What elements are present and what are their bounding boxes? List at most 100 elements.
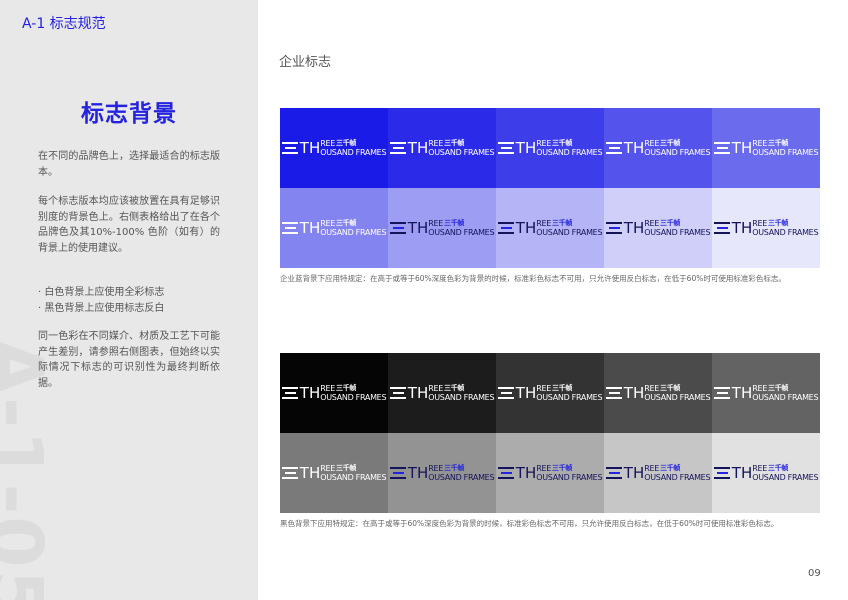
color-swatch-cell: TH REE 三千帧 OUSAND FRAMES [280,353,388,433]
logo-word-bottom: OUSAND FRAMES [428,148,495,157]
logo-word-bottom: OUSAND FRAMES [428,228,495,237]
brand-logo: TH REE 三千帧 OUSAND FRAMES [713,138,819,157]
logo-mark-icon [389,387,406,399]
logo-word-top: REE [644,219,660,228]
logo-word-top: REE [752,384,768,393]
logo-word-bottom: OUSAND FRAMES [320,393,387,402]
logo-word-top: REE [644,384,660,393]
color-swatch-cell: TH REE 三千帧 OUSAND FRAMES [496,433,604,513]
color-swatch-cell: TH REE 三千帧 OUSAND FRAMES [604,353,712,433]
color-swatch-cell: TH REE 三千帧 OUSAND FRAMES [604,108,712,188]
logo-chinese-name: 三千帧 [660,139,681,147]
logo-word-bottom: OUSAND FRAMES [428,473,495,482]
logo-word-bottom: OUSAND FRAMES [752,473,819,482]
logo-initials: TH [515,218,537,237]
logo-initials: TH [623,383,645,402]
brand-logo: TH REE 三千帧 OUSAND FRAMES [605,218,711,237]
logo-word-top: REE [428,464,444,473]
logo-chinese-name: 三千帧 [444,464,465,472]
logo-word-top: REE [644,464,660,473]
logo-initials: TH [623,138,645,157]
logo-mark-icon [713,222,730,234]
logo-initials: TH [731,138,753,157]
logo-initials: TH [299,463,321,482]
logo-mark-icon [713,387,730,399]
logo-chinese-name: 三千帧 [552,384,573,392]
logo-mark-icon [497,222,514,234]
logo-chinese-name: 三千帧 [444,384,465,392]
logo-mark-icon [389,467,406,479]
color-swatch-cell: TH REE 三千帧 OUSAND FRAMES [388,433,496,513]
logo-initials: TH [515,138,537,157]
logo-chinese-name: 三千帧 [552,219,573,227]
logo-initials: TH [299,383,321,402]
logo-word-bottom: OUSAND FRAMES [644,473,711,482]
logo-chinese-name: 三千帧 [552,139,573,147]
logo-mark-icon [605,222,622,234]
color-swatch-cell: TH REE 三千帧 OUSAND FRAMES [712,353,820,433]
blue-usage-note: 企业蓝背景下应用特规定：在高于或等于60%深度色彩为背景的时候，标准彩色标志不可… [280,274,786,283]
logo-chinese-name: 三千帧 [768,139,789,147]
logo-chinese-name: 三千帧 [660,219,681,227]
logo-word-bottom: OUSAND FRAMES [752,228,819,237]
logo-chinese-name: 三千帧 [444,139,465,147]
logo-word-bottom: OUSAND FRAMES [644,148,711,157]
logo-mark-icon [281,467,298,479]
brand-logo: TH REE 三千帧 OUSAND FRAMES [605,383,711,402]
logo-mark-icon [713,142,730,154]
brand-logo: TH REE 三千帧 OUSAND FRAMES [497,218,603,237]
brand-logo: TH REE 三千帧 OUSAND FRAMES [713,463,819,482]
logo-word-top: REE [320,464,336,473]
logo-initials: TH [731,463,753,482]
section-code: A-1 标志规范 [22,16,106,32]
brand-logo: TH REE 三千帧 OUSAND FRAMES [389,464,495,482]
brand-logo: TH REE 三千帧 OUSAND FRAMES [281,463,387,482]
logo-chinese-name: 三千帧 [552,464,573,472]
logo-initials: TH [407,383,429,402]
logo-word-top: REE [536,139,552,148]
logo-mark-icon [281,222,298,234]
brand-logo: TH REE 三千帧 OUSAND FRAMES [281,218,387,237]
brand-logo: TH REE 三千帧 OUSAND FRAMES [389,138,495,157]
logo-initials: TH [623,463,645,482]
logo-word-bottom: OUSAND FRAMES [536,228,603,237]
logo-mark-icon [605,467,622,479]
logo-initials: TH [623,218,645,237]
color-swatch-cell: TH REE 三千帧 OUSAND FRAMES [388,353,496,433]
logo-word-top: REE [536,464,552,473]
color-swatch-cell: TH REE 三千帧 OUSAND FRAMES [496,188,604,268]
color-swatch-cell: TH REE 三千帧 OUSAND FRAMES [712,433,820,513]
sidebar-panel: A-1 标志规范 A-1-05 标志背景 在不同的品牌色上，选择最适合的标志版本… [0,0,258,600]
logo-word-top: REE [320,384,336,393]
logo-word-top: REE [752,219,768,228]
brand-logo: TH REE 三千帧 OUSAND FRAMES [605,138,711,157]
color-swatch-cell: TH REE 三千帧 OUSAND FRAMES [712,108,820,188]
brand-logo: TH REE 三千帧 OUSAND FRAMES [497,383,603,402]
brand-logo: TH REE 三千帧 OUSAND FRAMES [389,219,495,237]
black-background-grid: TH REE 三千帧 OUSAND FRAMES TH REE 三千帧 OUSAND FRAM… [280,353,820,513]
rules-list: · 白色背景上应使用全彩标志 · 黑色背景上应使用标志反白 [38,287,165,314]
brand-logo: TH REE 三千帧 OUSAND FRAMES [281,383,387,402]
logo-mark-icon [497,467,514,479]
logo-mark-icon [497,142,514,154]
logo-initials: TH [299,218,321,237]
logo-word-top: REE [752,139,768,148]
logo-mark-icon [389,222,406,234]
logo-chinese-name: 三千帧 [768,464,789,472]
logo-initials: TH [515,383,537,402]
logo-word-bottom: OUSAND FRAMES [320,228,387,237]
logo-chinese-name: 三千帧 [660,464,681,472]
page-heading: 标志背景 [81,101,177,127]
logo-mark-icon [713,467,730,479]
logo-initials: TH [299,138,321,157]
blue-background-grid: TH REE 三千帧 OUSAND FRAMES TH REE 三千帧 OUSAND FRAM… [280,108,820,268]
brand-logo: TH REE 三千帧 OUSAND FRAMES [713,219,819,237]
color-swatch-cell: TH REE 三千帧 OUSAND FRAMES [388,108,496,188]
color-swatch-cell: TH REE 三千帧 OUSAND FRAMES [388,188,496,268]
brand-logo: TH REE 三千帧 OUSAND FRAMES [497,464,603,482]
logo-word-top: REE [428,384,444,393]
color-swatch-cell: TH REE 三千帧 OUSAND FRAMES [496,108,604,188]
logo-initials: TH [407,138,429,157]
intro-paragraph: 在不同的品牌色上，选择最适合的标志版本。 [38,151,220,178]
logo-word-bottom: OUSAND FRAMES [536,148,603,157]
